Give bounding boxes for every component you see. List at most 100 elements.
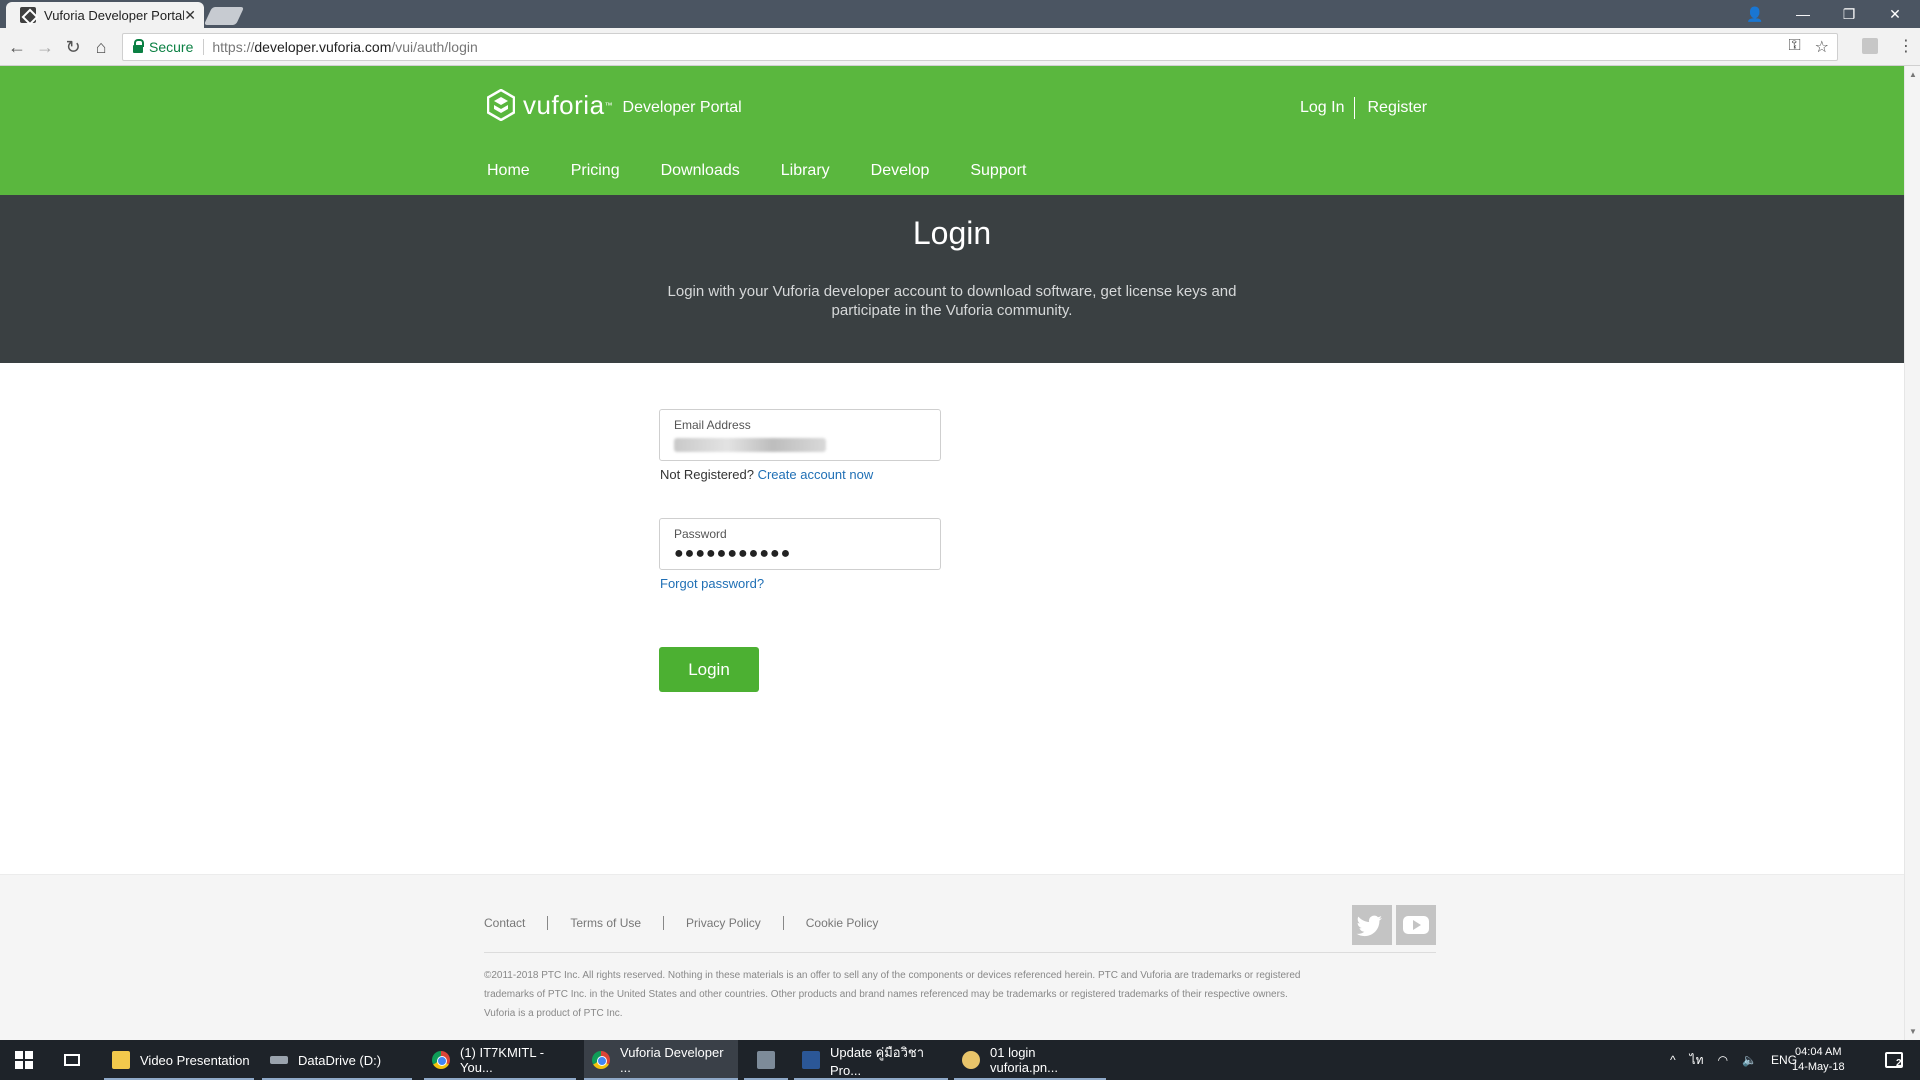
footer-cookie-link[interactable]: Cookie Policy [806,916,879,930]
main-nav: Home Pricing Downloads Library Develop S… [487,162,1026,180]
task-view-icon [64,1054,80,1066]
browser-toolbar: ← → ↻ ⌂ Secure https://developer.vuforia… [0,28,1920,66]
reload-icon[interactable]: ↻ [62,36,84,58]
address-bar[interactable]: Secure https://developer.vuforia.com/vui… [122,33,1838,61]
site-footer: Contact Terms of Use Privacy Policy Cook… [0,874,1904,1040]
taskbar-item-app[interactable] [744,1040,788,1080]
login-link[interactable]: Log In [1300,99,1344,117]
folder-icon [112,1051,130,1069]
vuforia-logo[interactable]: vuforia ™ Developer Portal [487,89,742,121]
clock-date: 14-May-18 [1792,1061,1845,1073]
tab-close-icon[interactable]: ✕ [184,7,196,24]
taskbar-item-label: Video Presentation [140,1052,250,1068]
nav-pricing[interactable]: Pricing [571,162,620,180]
secure-label: Secure [149,39,205,55]
windows-logo-icon [15,1051,33,1069]
extension-icon[interactable] [1862,38,1878,54]
taskbar-item-label: Update คู่มือวิชา Pro... [830,1045,925,1078]
taskbar-item-datadrive[interactable]: DataDrive (D:) [262,1040,412,1080]
logo-subtitle: Developer Portal [622,98,742,116]
scroll-down-icon[interactable]: ▼ [1909,1027,1917,1036]
url-scheme: https:// [212,39,255,55]
windows-taskbar: Video Presentation DataDrive (D:) (1) IT… [0,1040,1920,1080]
nav-library[interactable]: Library [781,162,830,180]
logo-wordmark: vuforia [523,89,605,120]
footer-divider [663,916,665,930]
taskbar-clock[interactable]: 04:04 AM 14-May-18 [1792,1045,1845,1075]
browser-tab[interactable]: Vuforia Developer Portal ✕ [6,2,204,28]
forward-icon[interactable]: → [34,36,56,58]
restore-button[interactable]: ❐ [1826,0,1872,28]
footer-terms-link[interactable]: Terms of Use [570,916,641,930]
taskbar-item-chrome-youtube[interactable]: (1) IT7KMITL - You... [424,1040,576,1080]
logo-trademark: ™ [604,100,613,110]
youtube-icon[interactable] [1396,905,1436,945]
paint-icon [962,1051,980,1069]
password-label: Password [674,527,727,541]
tray-thai-lang-icon[interactable]: ไท [1690,1051,1704,1070]
copyright-text: ©2011-2018 PTC Inc. All rights reserved.… [484,970,1301,1019]
create-account-link[interactable]: Create account now [758,467,874,482]
taskbar-item-video-presentation[interactable]: Video Presentation [104,1040,254,1080]
footer-links: Contact Terms of Use Privacy Policy Cook… [484,916,878,930]
close-window-button[interactable]: ✕ [1872,0,1918,28]
password-key-icon[interactable]: ⚿ [1788,37,1800,57]
vuforia-favicon-icon [20,7,36,23]
nav-home[interactable]: Home [487,162,530,180]
app-icon [757,1051,775,1069]
auth-links: Log In Register [1300,97,1427,119]
back-icon[interactable]: ← [6,36,28,58]
taskbar-item-word[interactable]: Update คู่มือวิชา Pro... [794,1040,948,1080]
tab-title: Vuforia Developer Portal [44,7,185,23]
bookmark-star-icon[interactable]: ☆ [1815,37,1829,57]
password-value: ●●●●●●●●●●● [674,545,792,562]
nav-support[interactable]: Support [970,162,1026,180]
taskbar-item-paint[interactable]: 01 login vuforia.pn... [954,1040,1106,1080]
volume-icon[interactable]: 🔈 [1742,1053,1757,1067]
scroll-up-icon[interactable]: ▲ [1909,70,1917,79]
browser-tab-bar: Vuforia Developer Portal ✕ 👤 — ❐ ✕ [0,0,1920,28]
page-description: Login with your Vuforia developer accoun… [667,283,1237,319]
lock-icon [133,39,144,53]
notification-count: 2 [1896,1058,1902,1069]
forgot-password-link[interactable]: Forgot password? [660,576,764,591]
wifi-icon[interactable]: ◠ [1718,1053,1728,1067]
tray-chevron-icon[interactable]: ^ [1670,1053,1676,1067]
chrome-icon [592,1051,610,1069]
drive-icon [270,1056,288,1064]
register-link[interactable]: Register [1367,99,1427,117]
not-registered-text: Not Registered? [660,467,754,482]
new-tab-button[interactable] [203,7,245,25]
url-text[interactable]: https://developer.vuforia.com/vui/auth/l… [204,39,477,55]
action-center-button[interactable]: 2 [1880,1040,1908,1080]
system-tray: ^ ไท ◠ 🔈 ENG [1670,1040,1797,1080]
footer-divider-line [484,952,1436,953]
page-scrollbar[interactable]: ▲ ▼ [1904,66,1920,1040]
email-value-redacted [674,438,826,452]
minimize-button[interactable]: — [1780,0,1826,28]
footer-divider [782,916,784,930]
profile-icon[interactable]: 👤 [1732,0,1778,28]
footer-divider [547,916,549,930]
nav-downloads[interactable]: Downloads [661,162,740,180]
start-button[interactable] [4,1040,44,1080]
footer-contact-link[interactable]: Contact [484,916,525,930]
footer-privacy-link[interactable]: Privacy Policy [686,916,761,930]
clock-time: 04:04 AM [1795,1046,1842,1058]
password-field[interactable]: Password ●●●●●●●●●●● [659,518,941,570]
task-view-button[interactable] [52,1040,92,1080]
home-icon[interactable]: ⌂ [90,36,112,58]
email-field[interactable]: Email Address [659,409,941,461]
nav-develop[interactable]: Develop [871,162,930,180]
omnibox-actions: ⚿ ☆ [1788,37,1829,57]
login-hero: Login Login with your Vuforia developer … [0,195,1904,363]
login-button[interactable]: Login [659,647,759,692]
menu-dots-icon[interactable]: ⋮ [1898,36,1914,56]
twitter-icon[interactable] [1352,905,1392,945]
taskbar-item-chrome-vuforia[interactable]: Vuforia Developer ... [584,1040,738,1080]
word-icon [802,1051,820,1069]
auth-divider [1354,97,1356,119]
taskbar-item-label: Vuforia Developer ... [620,1045,724,1075]
taskbar-item-label: DataDrive (D:) [298,1052,382,1068]
url-host: developer.vuforia.com [254,39,392,55]
